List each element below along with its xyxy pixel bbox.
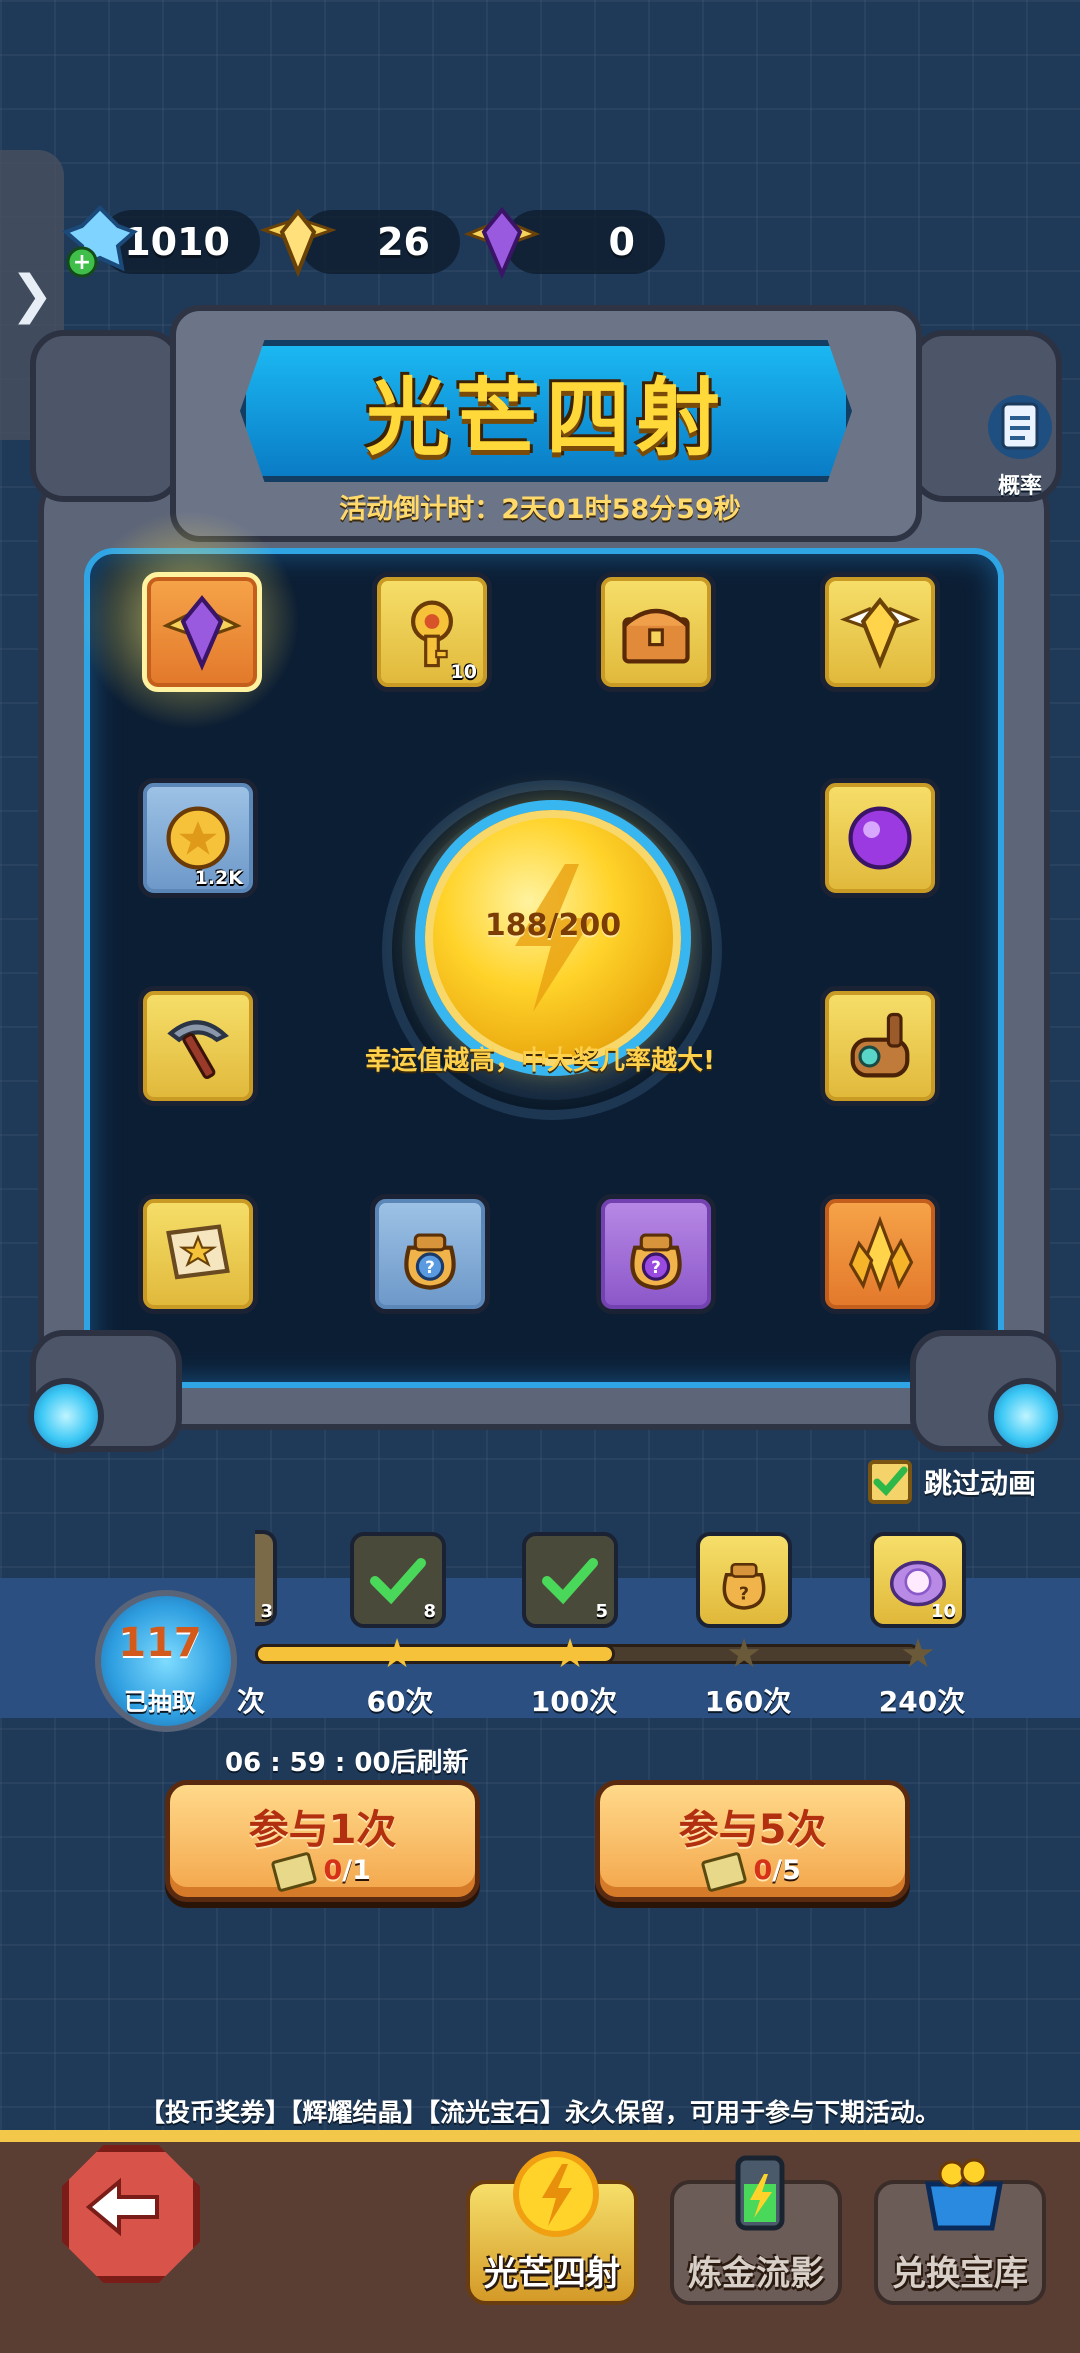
blue-crystal-plus-icon: + [62,205,138,278]
currency-purple-gem-value: 0 [608,220,635,264]
gold-crystal-cluster-icon [848,1215,914,1293]
frame-light [28,1378,104,1454]
nav-tab-exchange[interactable]: 兑换宝库 [874,2158,1046,2305]
magic-scroll-icon [166,1224,230,1280]
nav-tab-radiant[interactable]: 光芒四射 [466,2151,638,2305]
frame-light [988,1378,1064,1454]
purple-orb-icon [848,806,912,870]
prize-tile: 10 [372,572,492,692]
milestone-reward[interactable]: 10 [870,1532,966,1628]
milestone-reward-claimed: 8 [350,1532,446,1628]
luck-hint: 幸运值越高，中大奖几率越大! [365,1046,715,1076]
currency-crystal-value: 1010 [124,220,230,264]
refresh-timer: 06 : 59 : 00后刷新 [225,1748,469,1778]
battery-icon [735,2155,785,2231]
probability-button[interactable]: 概率 [985,392,1055,499]
check-icon [873,1466,908,1497]
milestone-star-reached: ★ [552,1631,588,1677]
draw-once-cost: 0/1 [170,1850,475,1893]
nav-tab-label: 兑换宝库 [892,2254,1028,2294]
coin-ticket-icon [700,1850,748,1893]
prize-tile: 1.2K [138,778,258,898]
prize-tile [820,572,940,692]
back-arrow-icon [85,2177,159,2237]
probability-label: 概率 [997,474,1042,499]
svg-text:+: + [73,250,91,275]
mystery-bag-icon: ? [722,1562,766,1610]
treasure-chest-icon [622,609,690,664]
gold-winged-gem-icon [259,208,337,278]
milestone-star: ★ [726,1631,762,1677]
basket-icon [925,2158,1003,2231]
nav-tab-label: 炼金流影 [688,2254,824,2294]
draw-once-label: 参与1次 [248,1807,397,1853]
purple-mystery-bag-icon: ? [630,1233,682,1290]
skip-animation-label[interactable]: 跳过动画 [924,1462,1036,1502]
draw-five-label: 参与5次 [678,1807,827,1853]
document-icon [988,395,1052,459]
draw-count-label: 已抽取 [124,1688,196,1716]
milestone-star: ★ [900,1631,936,1677]
draw-once-button[interactable]: 参与1次 0/1 [165,1780,480,1902]
nav-tab-alchemy[interactable]: 炼金流影 [670,2155,842,2305]
svg-text:?: ? [425,1257,435,1277]
svg-text:?: ? [651,1257,661,1277]
title-banner: 光芒四射 [240,340,852,482]
nav-tab-label: 光芒四射 [484,2254,620,2294]
svg-text:?: ? [739,1584,749,1604]
page-title: 光芒四射 [365,368,726,467]
gold-winged-gem-icon [839,597,921,670]
draw-count-value: 117 [118,1620,202,1666]
milestone-reward-claimed: 5 [522,1532,618,1628]
reward-count: 8 [423,1601,436,1622]
purple-winged-gem-icon [463,206,541,280]
milestone-star-reached: ★ [379,1631,415,1677]
reward-partial-left: 3 [255,1530,277,1626]
milestone-label: 60次 [366,1685,434,1718]
reward-count: 10 [930,1601,956,1622]
luck-value: 188/200 [484,908,622,943]
milestone-reward[interactable]: ? [696,1532,792,1628]
currency-notice: 【投币奖券】【辉耀结晶】【流光宝石】永久保留，可用于参与下期活动。 [139,2098,940,2127]
tile-count: 10 [450,661,477,683]
prize-tile: ? [370,1194,490,1314]
prize-tile [138,1194,258,1314]
milestone-label: 160次 [704,1685,792,1718]
milestone-label: 240次 [878,1685,966,1718]
prize-tile [596,572,716,692]
frame-corner [30,330,182,502]
blue-mystery-bag-icon: ? [404,1233,456,1290]
skip-animation-checkbox[interactable] [868,1460,912,1504]
prize-tile [820,1194,940,1314]
purple-winged-gem-icon [162,595,242,671]
milestone-label-partial: 次 [237,1685,266,1718]
reward-count: 3 [260,1601,273,1622]
prize-tile: ? [596,1194,716,1314]
draw-five-cost: 0/5 [600,1850,905,1893]
prize-tile-selected [142,572,262,692]
lightning-orb-icon [513,2151,599,2237]
reward-count: 5 [595,1601,608,1622]
chevron-right-icon: ❯ [10,265,54,325]
milestone-label: 100次 [530,1685,618,1718]
currency-gold-gem-value: 26 [377,220,430,264]
coin-ticket-icon [270,1850,318,1893]
prize-tile [820,778,940,898]
draw-five-button[interactable]: 参与5次 0/5 [595,1780,910,1902]
tile-count: 1.2K [194,867,243,889]
